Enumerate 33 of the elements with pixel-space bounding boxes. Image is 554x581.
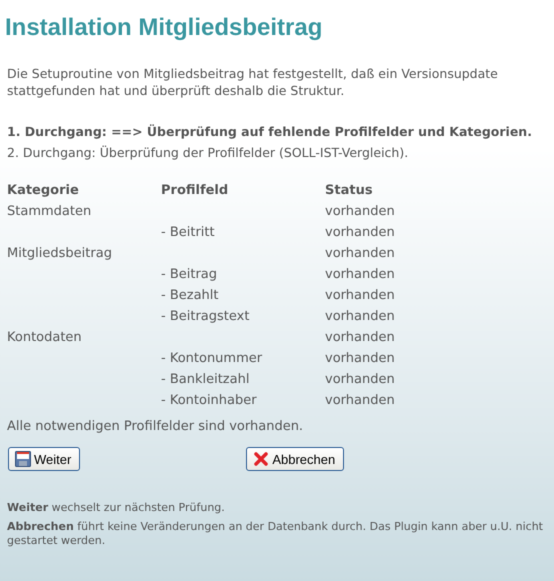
- help-text: Weiter wechselt zur nächsten Prüfung.: [7, 501, 226, 515]
- column-header: Kategorie: [7, 183, 79, 198]
- table-cell: vorhanden: [325, 330, 395, 345]
- table-cell: vorhanden: [325, 288, 395, 303]
- table-cell: - Bankleitzahl: [161, 372, 250, 387]
- table-cell: - Kontonummer: [161, 351, 262, 366]
- pass-step: 2. Durchgang: Überprüfung der Profilfelder (SOLL-IST-Vergleich).: [7, 142, 547, 163]
- result-text: Alle notwendigen Profilfelder sind vorhanden.: [7, 419, 304, 434]
- close-icon: [253, 451, 270, 467]
- table-cell: vorhanden: [325, 267, 395, 282]
- table-cell: vorhanden: [325, 204, 395, 219]
- table-cell: Kontodaten: [7, 330, 82, 345]
- table-cell: - Bezahlt: [161, 288, 218, 303]
- table-cell: - Beitritt: [161, 225, 215, 240]
- next-button[interactable]: Weiter: [8, 447, 80, 471]
- pass-step: 1. Durchgang: ==> Überprüfung auf fehlende Profilfelder und Kategorien.: [7, 121, 547, 142]
- page-title: Installation Mitgliedsbeitrag: [5, 14, 324, 42]
- table-cell: Mitgliedsbeitrag: [7, 246, 112, 261]
- cancel-button[interactable]: Abbrechen: [246, 447, 344, 471]
- intro-text: Die Setuproutine von Mitgliedsbeitrag hat festgestellt, daß ein Versionsupdate stattgefunden hat und überprüft deshalb die Struktur.: [7, 65, 499, 99]
- table-cell: Stammdaten: [7, 204, 92, 219]
- table-cell: vorhanden: [325, 246, 395, 261]
- table-cell: vorhanden: [325, 393, 395, 408]
- table-cell: vorhanden: [325, 309, 395, 324]
- table-cell: - Kontoinhaber: [161, 393, 257, 408]
- column-header: Profilfeld: [161, 183, 228, 198]
- table-cell: - Beitrag: [161, 267, 218, 282]
- column-header: Status: [325, 183, 373, 198]
- table-cell: vorhanden: [325, 225, 395, 240]
- help-text: Abbrechen führt keine Veränderungen an der Datenbank durch. Das Plugin kann aber u.U. nicht gestartet werden.: [7, 520, 544, 548]
- table-cell: vorhanden: [325, 372, 395, 387]
- table-cell: vorhanden: [325, 351, 395, 366]
- table-cell: - Beitragstext: [161, 309, 250, 324]
